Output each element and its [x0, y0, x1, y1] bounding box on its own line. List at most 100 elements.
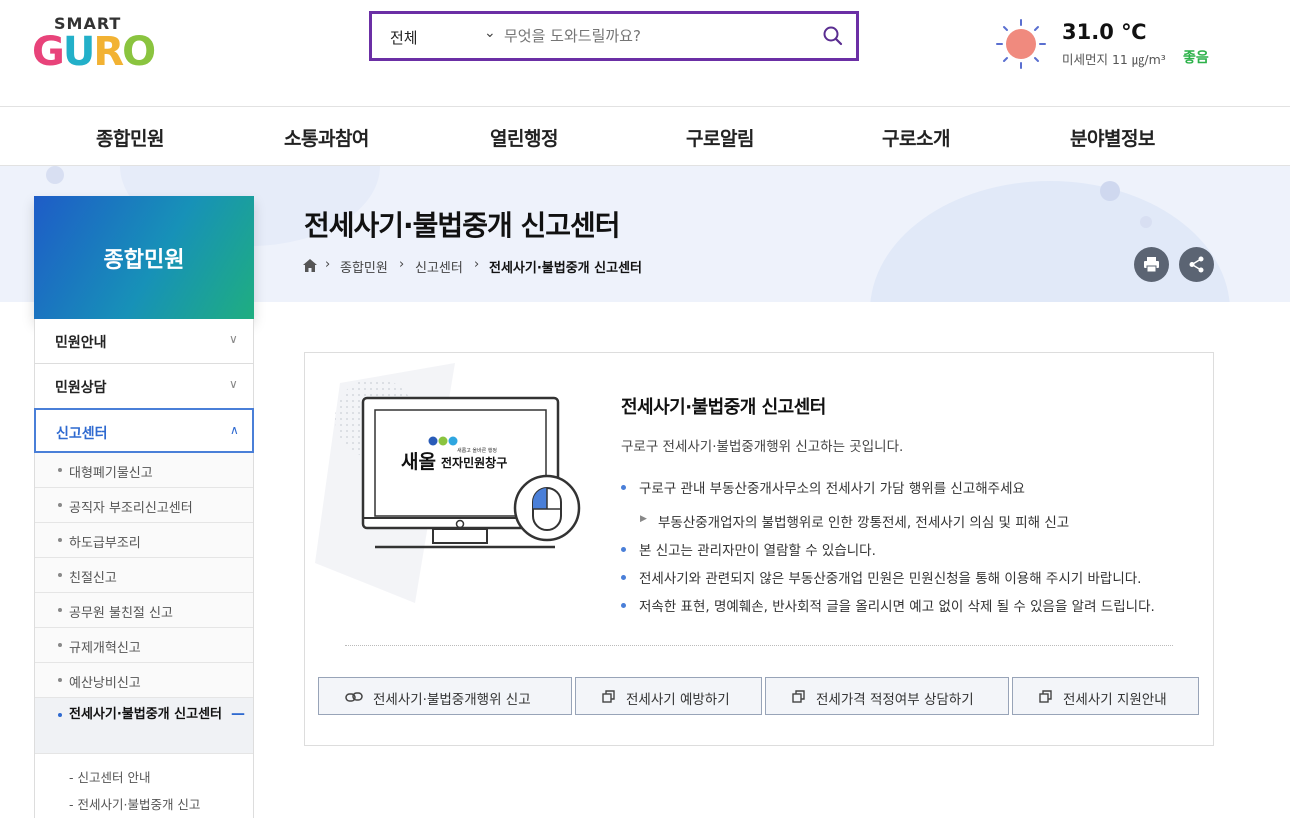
breadcrumb-current: 전세사기·불법중개 신고센터 — [489, 261, 642, 276]
search-icon[interactable] — [822, 25, 844, 47]
notice-text: 본 신고는 관리자만이 열람할 수 있습니다. — [639, 543, 876, 559]
chevron-up-icon: ∧ — [230, 423, 239, 437]
lnb-title-text: 종합민원 — [103, 248, 185, 273]
button-label: 전세사기 예방하기 — [626, 692, 730, 708]
bullet-icon — [58, 468, 62, 472]
lnb-subitem-label: 공무원 불친절 신고 — [69, 606, 173, 621]
chevron-down-icon[interactable]: ⌄ — [484, 25, 496, 41]
sun-icon — [996, 19, 1046, 69]
logo-guro-text: GURO — [32, 29, 156, 75]
lnb-subitem-active[interactable]: 전세사기·불법중개 신고센터 — — [35, 698, 253, 754]
page-title: 전세사기·불법중개 신고센터 — [304, 209, 621, 242]
fine-dust-state: 좋음 — [1183, 50, 1209, 66]
report-button[interactable]: 전세사기·불법중개행위 신고 — [318, 677, 572, 715]
price-consult-button[interactable]: 전세가격 적정여부 상담하기 — [765, 677, 1009, 715]
logo-letter: U — [62, 29, 96, 75]
lnb-subitem-label: 전세사기·불법중개 신고센터 — [69, 707, 222, 722]
decor-shape — [870, 181, 1230, 302]
lnb-subitem-label: 하도급부조리 — [69, 536, 141, 551]
print-icon — [1144, 257, 1159, 273]
decor-shape — [1140, 216, 1152, 228]
notice-text: 저속한 표현, 명예훼손, 반사회적 글을 올리시면 예고 없이 삭제 될 수 … — [639, 599, 1155, 615]
breadcrumb-item[interactable]: 신고센터 — [415, 257, 463, 276]
screen-logo-sub-text: 전자민원창구 — [441, 456, 508, 470]
gnb-item[interactable]: 열린행정 — [490, 124, 558, 151]
bullet-icon — [58, 573, 62, 577]
share-button[interactable] — [1179, 247, 1214, 282]
notice-text: 전세사기와 관련되지 않은 부동산중개업 민원은 민원신청을 통해 이용해 주시… — [639, 571, 1142, 587]
screen-logo-big-text: 새올 — [401, 451, 436, 473]
logo-letter: O — [122, 29, 156, 75]
weather-widget: 31.0 ℃ 미세먼지 11 ㎍/m³ 좋음 — [995, 18, 1255, 74]
prevention-button[interactable]: 전세사기 예방하기 — [575, 677, 762, 715]
decor-shape — [46, 166, 64, 184]
decor-shape — [1100, 181, 1120, 201]
lnb-depth3-item[interactable]: - 전세사기·불법중개 신고 — [69, 794, 200, 813]
gnb-item[interactable]: 소통과참여 — [284, 124, 369, 151]
print-button[interactable] — [1134, 247, 1169, 282]
minus-icon: — — [231, 706, 245, 722]
lnb-subitem[interactable]: 하도급부조리 — [35, 523, 253, 558]
lnb-item-label: 민원안내 — [55, 335, 107, 351]
support-info-button[interactable]: 전세사기 지원안내 — [1012, 677, 1199, 715]
lnb-item-report-center[interactable]: 신고센터 ∧ — [34, 408, 254, 453]
bullet-icon — [621, 603, 626, 608]
search-input[interactable] — [504, 22, 804, 50]
lnb-subitem[interactable]: 공무원 불친절 신고 — [35, 593, 253, 628]
bullet-icon — [621, 485, 626, 490]
button-label: 전세사기·불법중개행위 신고 — [373, 692, 531, 708]
link-icon — [345, 692, 363, 702]
intro-box: 새롭고 올바른 행정 새올 전자민원창구 전세사기·불법중개 신고센터 구로구 … — [304, 352, 1214, 746]
lnb-depth3-item[interactable]: - 신고센터 안내 — [69, 767, 150, 786]
logo-letter: G — [32, 29, 65, 75]
chevron-down-icon: ∨ — [229, 377, 238, 391]
gnb-item[interactable]: 구로소개 — [882, 124, 950, 151]
bullet-icon — [58, 713, 62, 717]
lnb-item-label: 신고센터 — [56, 426, 108, 442]
lnb-subitem[interactable]: 친절신고 — [35, 558, 253, 593]
fine-dust-label: 미세먼지 11 ㎍/m³ — [1062, 52, 1166, 67]
breadcrumb-separator-icon: › — [325, 257, 331, 272]
bullet-icon — [621, 547, 626, 552]
breadcrumb-separator-icon: › — [474, 257, 480, 272]
bullet-icon — [58, 608, 62, 612]
intro-title: 전세사기·불법중개 신고센터 — [621, 397, 826, 418]
lnb-item-civil-info[interactable]: 민원안내 ∨ — [35, 319, 253, 364]
external-window-icon — [792, 690, 805, 703]
site-header: SMART GURO 전체 ⌄ 31.0 ℃ — [0, 0, 1290, 106]
gnb-item[interactable]: 분야별정보 — [1070, 124, 1155, 151]
lnb-item-civil-consult[interactable]: 민원상담 ∨ — [35, 364, 253, 409]
lnb-subitem[interactable]: 규제개혁신고 — [35, 628, 253, 663]
button-label: 전세사기 지원안내 — [1063, 692, 1167, 708]
lnb-depth3-label: 신고센터 안내 — [77, 770, 151, 785]
bullet-icon — [58, 643, 62, 647]
lnb-subitem-label: 공직자 부조리신고센터 — [69, 501, 193, 516]
lnb-subitem[interactable]: 공직자 부조리신고센터 — [35, 488, 253, 523]
lnb-subitem-label: 대형폐기물신고 — [69, 466, 153, 481]
bullet-icon — [621, 575, 626, 580]
triangle-right-icon: ▶ — [640, 514, 647, 524]
bullet-icon — [58, 503, 62, 507]
notice-text: 구로구 관내 부동산중개사무소의 전세사기 가담 행위를 신고해주세요 — [639, 481, 1025, 497]
share-icon — [1189, 256, 1204, 273]
side-navigation: 민원안내 ∨ 민원상담 ∨ 신고센터 ∧ 대형폐기물신고 공직자 부조리신고센터… — [34, 319, 254, 818]
breadcrumb-item[interactable]: 종합민원 — [340, 257, 388, 276]
site-logo[interactable]: SMART GURO — [32, 14, 156, 76]
lnb-subitem[interactable]: 예산낭비신고 — [35, 663, 253, 698]
main-navigation: 종합민원 소통과참여 열린행정 구로알림 구로소개 분야별정보 — [0, 106, 1290, 166]
lnb-subitem[interactable]: 대형폐기물신고 — [35, 453, 253, 488]
lnb-subitem-label: 예산낭비신고 — [69, 676, 141, 691]
lnb-subitem-label: 친절신고 — [69, 571, 117, 586]
intro-description: 구로구 전세사기·불법중개행위 신고하는 곳입니다. — [621, 439, 904, 455]
temperature: 31.0 ℃ — [1062, 20, 1147, 44]
gnb-item[interactable]: 구로알림 — [686, 124, 754, 151]
breadcrumb-separator-icon: › — [399, 257, 405, 272]
notice-text: 부동산중개업자의 불법행위로 인한 깡통전세, 전세사기 의심 및 피해 신고 — [658, 515, 1070, 531]
gnb-item[interactable]: 종합민원 — [96, 124, 164, 151]
home-icon[interactable] — [303, 259, 317, 272]
bullet-icon — [58, 678, 62, 682]
lnb-depth3-label: 전세사기·불법중개 신고 — [77, 797, 201, 812]
search-scope-select[interactable]: 전체 — [390, 27, 418, 48]
logo-letter: R — [93, 29, 124, 75]
external-window-icon — [1039, 690, 1052, 703]
